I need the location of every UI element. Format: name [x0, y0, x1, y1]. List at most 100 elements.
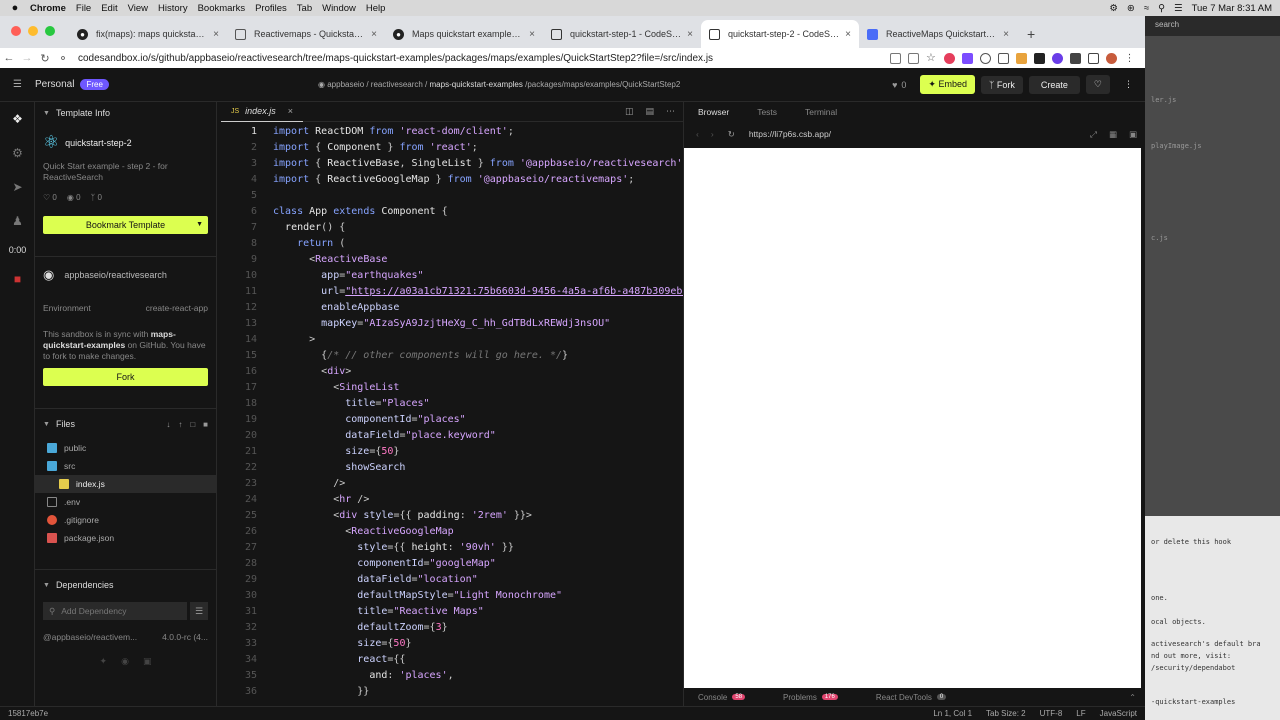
file-tree-item[interactable]: .env — [35, 493, 216, 511]
sidebar-toggle-icon[interactable] — [1088, 52, 1099, 64]
code-line[interactable]: dataField="location" — [273, 574, 477, 585]
create-button[interactable]: Create — [1028, 75, 1080, 94]
cursor-position[interactable]: Ln 1, Col 1 — [933, 709, 972, 718]
minimize-window-button[interactable] — [28, 26, 38, 36]
code-area[interactable]: 1 import ReactDOM from 'react-dom/client'… — [221, 124, 984, 700]
back-icon[interactable]: ← — [0, 52, 18, 64]
chevron-up-icon[interactable]: ⌃ — [1129, 693, 1146, 702]
bookmark-star-icon[interactable]: ☆ — [926, 52, 937, 64]
sandbox-info-icon[interactable]: ❖ — [0, 102, 35, 136]
fork-sidebar-button[interactable]: Fork — [43, 368, 208, 386]
settings-icon[interactable]: ⚙ — [1109, 3, 1118, 14]
devtools-icon[interactable]: ▦ — [1103, 129, 1123, 140]
code-line[interactable]: size={50} — [273, 638, 411, 649]
code-line[interactable]: title="Reactive Maps" — [273, 606, 483, 617]
clock-text[interactable]: Tue 7 Mar 8:31 AM — [1192, 3, 1272, 14]
menu-view[interactable]: View — [128, 3, 158, 14]
hamburger-icon[interactable]: ☰ — [0, 79, 35, 90]
code-line[interactable]: react={{ — [273, 654, 405, 665]
embed-button[interactable]: ✦ Embed — [920, 75, 975, 94]
site-info-icon[interactable]: ⚬ — [54, 52, 72, 65]
close-tab-icon[interactable]: × — [529, 29, 535, 40]
template-info-header[interactable]: ▼ Template Info — [35, 102, 216, 124]
list-icon[interactable]: ☰ — [190, 602, 208, 620]
close-window-button[interactable] — [11, 26, 21, 36]
puzzle-icon[interactable] — [1070, 52, 1081, 64]
avatar[interactable] — [1106, 52, 1117, 64]
heart-icon[interactable]: ♥ — [892, 80, 897, 90]
code-line[interactable]: dataField="place.keyword" — [273, 430, 496, 441]
code-line[interactable]: componentId="places" — [273, 414, 465, 425]
file-tree-item[interactable]: package.json — [35, 529, 216, 547]
line-ending[interactable]: LF — [1076, 709, 1085, 718]
browser-tab-active[interactable]: quickstart-step-2 - CodeSandb × — [701, 20, 859, 48]
menu-file[interactable]: File — [76, 3, 101, 14]
code-line[interactable]: class App extends Component { — [273, 206, 448, 217]
new-window-icon[interactable]: ▣ — [1123, 129, 1145, 140]
back-icon[interactable]: ‹ — [684, 129, 705, 139]
preview-url-input[interactable]: https://li7p6s.csb.app/ — [742, 126, 1085, 142]
files-header[interactable]: ▼ Files ↓ ↑ □ ■ — [35, 413, 216, 435]
code-line[interactable]: /> — [273, 478, 345, 489]
code-line[interactable]: {/* // other components will go here. */… — [273, 350, 568, 361]
tab-terminal[interactable]: Terminal — [791, 107, 851, 117]
file-tree-item[interactable]: .gitignore — [35, 511, 216, 529]
close-tab-icon[interactable]: × — [687, 29, 693, 40]
breadcrumb-path[interactable]: /packages/maps/examples/QuickStartStep2 — [525, 80, 680, 89]
breadcrumb-repo[interactable]: appbaseio / reactivesearch / — [327, 80, 427, 89]
code-line[interactable]: showSearch — [273, 462, 405, 473]
file-tree-item[interactable]: src — [35, 457, 216, 475]
file-tree-item[interactable]: public — [35, 439, 216, 457]
kebab-menu-icon[interactable]: ⋮ — [1124, 53, 1135, 64]
split-view-icon[interactable]: ◫ — [625, 106, 634, 117]
more-icon[interactable]: ⋮ — [1116, 75, 1141, 94]
forward-icon[interactable]: → — [18, 52, 36, 64]
code-line[interactable]: return ( — [273, 238, 345, 249]
extension-icon[interactable] — [1052, 52, 1063, 64]
code-line[interactable]: > — [273, 334, 315, 345]
browser-tab[interactable]: ● Maps quickstart examples by n × — [385, 20, 543, 48]
preview-layout-icon[interactable]: ▤ — [645, 106, 654, 117]
menu-help[interactable]: Help — [366, 3, 396, 14]
new-tab-button[interactable]: + — [1017, 26, 1035, 48]
code-line[interactable]: style={{ height: '90vh' }} — [273, 542, 514, 553]
code-line[interactable]: title="Places" — [273, 398, 429, 409]
preview-viewport[interactable] — [684, 148, 1141, 688]
code-line[interactable]: }} — [273, 686, 369, 697]
apple-icon[interactable]: ● — [0, 2, 30, 14]
menu-app-name[interactable]: Chrome — [30, 3, 76, 14]
tab-browser[interactable]: Browser — [684, 107, 743, 117]
react-devtools-tab[interactable]: React DevTools 0 — [876, 693, 947, 702]
close-tab-icon[interactable]: × — [1003, 29, 1009, 40]
browser-tab[interactable]: ReactiveMaps Quickstart - Ste × — [859, 20, 1017, 48]
live-icon[interactable]: ♟ — [0, 204, 35, 238]
code-line[interactable]: componentId="googleMap" — [273, 558, 496, 569]
menu-edit[interactable]: Edit — [101, 3, 127, 14]
language-mode[interactable]: JavaScript — [1100, 709, 1137, 718]
editor-tab[interactable]: JS index.js × — [221, 102, 303, 122]
close-tab-icon[interactable]: × — [213, 29, 219, 40]
code-line[interactable]: render() { — [273, 222, 345, 233]
notifications-icon[interactable]: ♡ — [1085, 75, 1110, 94]
upload-icon[interactable]: ↑ — [178, 420, 182, 429]
problems-tab[interactable]: Problems 176 — [783, 693, 838, 702]
install-icon[interactable] — [890, 52, 901, 64]
bluetooth-icon[interactable]: ⊛ — [1127, 3, 1135, 14]
browser-tab[interactable]: ● fix(maps): maps quickstart by × — [69, 20, 227, 48]
code-line[interactable]: and: 'places', — [273, 670, 453, 681]
breadcrumb-branch[interactable]: maps-quickstart-examples — [430, 80, 523, 89]
dependency-row[interactable]: @appbaseio/reactivem... 4.0.0-rc (4... — [35, 632, 216, 642]
control-center-icon[interactable]: ☰ — [1174, 3, 1183, 14]
fork-button[interactable]: ᛉ Fork — [981, 75, 1023, 94]
close-tab-icon[interactable]: × — [845, 29, 851, 40]
bookmark-template-button[interactable]: Bookmark Template ▼ — [43, 216, 208, 234]
code-line[interactable]: defaultZoom={3} — [273, 622, 447, 633]
code-line[interactable]: app="earthquakes" — [273, 270, 423, 281]
reload-icon[interactable]: ↻ — [720, 129, 743, 140]
wifi-icon[interactable]: ≈ — [1144, 3, 1149, 14]
code-line[interactable]: size={50} — [273, 446, 399, 457]
menu-history[interactable]: History — [158, 3, 198, 14]
code-line[interactable]: <SingleList — [273, 382, 399, 393]
tab-size[interactable]: Tab Size: 2 — [986, 709, 1026, 718]
zoom-window-button[interactable] — [45, 26, 55, 36]
